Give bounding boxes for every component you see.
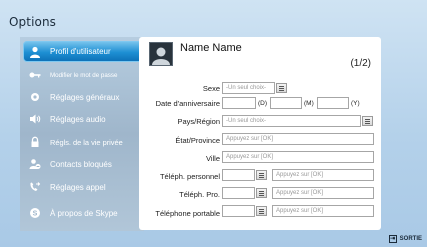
sidebar-item-profile[interactable]: Profil d'utilisateur <box>23 41 151 62</box>
mobile-phone-dropdown-button[interactable] <box>256 206 267 216</box>
sidebar: Profil d'utilisateur Modifier le mot de … <box>20 37 151 231</box>
page-indicator: (1/2) <box>350 58 371 69</box>
sidebar-item-general-settings[interactable]: Réglages généraux <box>20 86 144 108</box>
key-icon <box>29 69 41 81</box>
sidebar-item-audio-settings[interactable]: Réglages audio <box>20 108 144 130</box>
work-phone-label: Téléph. Pro. <box>179 190 220 199</box>
mobile-phone-type-select[interactable] <box>222 205 255 217</box>
sidebar-item-privacy-settings[interactable]: Régls. de la vie privée <box>20 131 144 153</box>
day-unit: (D) <box>258 100 268 107</box>
home-phone-dropdown-button[interactable] <box>256 170 267 180</box>
sex-dropdown-button[interactable] <box>276 83 287 93</box>
profile-name: Name Name <box>180 42 242 54</box>
country-dropdown-button[interactable] <box>362 116 373 126</box>
state-label: État/Province <box>175 136 220 145</box>
call-forward-icon <box>29 181 41 193</box>
window-title: Options <box>9 15 57 29</box>
sex-select[interactable]: -Un seul choix- <box>222 82 275 94</box>
speaker-icon <box>29 113 41 125</box>
sex-label: Sexe <box>202 84 220 93</box>
birthday-month-input[interactable] <box>270 97 302 109</box>
work-phone-input[interactable]: Appuyez sur [OK] <box>272 187 374 199</box>
mobile-phone-label: Téléphone portable <box>155 209 220 218</box>
exit-icon: ⇥ <box>388 235 397 243</box>
sidebar-item-blocked-contacts[interactable]: Contacts bloqués <box>20 153 144 175</box>
sidebar-item-about-skype[interactable]: S À propos de Skype <box>20 202 144 224</box>
home-phone-input[interactable]: Appuyez sur [OK] <box>272 169 374 181</box>
home-phone-type-select[interactable] <box>222 169 255 181</box>
sidebar-item-change-password[interactable]: Modifier le mot de passe <box>20 64 144 86</box>
exit-button[interactable]: ⇥ SORTIE <box>388 235 422 243</box>
sidebar-item-label: Profil d'utilisateur <box>50 47 111 56</box>
state-input[interactable]: Appuyez sur [OK] <box>222 133 374 145</box>
user-icon <box>29 46 41 58</box>
skype-icon: S <box>29 207 41 219</box>
sidebar-item-label: Réglages généraux <box>50 92 120 102</box>
birthday-day-input[interactable] <box>222 97 256 109</box>
city-label: Ville <box>205 154 220 163</box>
svg-text:S: S <box>33 211 38 218</box>
sidebar-item-label: Réglages audio <box>50 114 106 124</box>
blocked-contacts-icon <box>29 158 41 170</box>
exit-label: SORTIE <box>399 236 422 242</box>
avatar-silhouette-icon <box>152 47 170 65</box>
lock-icon <box>29 136 41 148</box>
sidebar-item-label: Contacts bloqués <box>50 159 112 169</box>
sidebar-item-label: Réglages appel <box>50 182 106 192</box>
profile-panel: Name Name (1/2) Sexe -Un seul choix- Dat… <box>139 37 381 230</box>
home-phone-label: Téléph. personnel <box>159 172 220 181</box>
country-select[interactable]: -Un seul choix- <box>222 115 361 127</box>
sidebar-item-label: Modifier le mot de passe <box>50 71 118 79</box>
city-input[interactable]: Appuyez sur [OK] <box>222 151 374 163</box>
country-label: Pays/Région <box>177 117 220 126</box>
month-unit: (M) <box>304 100 314 107</box>
avatar <box>149 42 173 66</box>
sidebar-item-call-settings[interactable]: Réglages appel <box>20 176 144 198</box>
work-phone-dropdown-button[interactable] <box>256 188 267 198</box>
sidebar-item-label: Régls. de la vie privée <box>50 137 123 147</box>
birthday-year-input[interactable] <box>317 97 349 109</box>
sidebar-item-label: À propos de Skype <box>50 208 118 218</box>
birthday-label: Date d'anniversaire <box>155 99 220 108</box>
mobile-phone-input[interactable]: Appuyez sur [OK] <box>272 205 374 217</box>
gear-icon <box>29 91 41 103</box>
work-phone-type-select[interactable] <box>222 187 255 199</box>
year-unit: (Y) <box>351 100 360 107</box>
